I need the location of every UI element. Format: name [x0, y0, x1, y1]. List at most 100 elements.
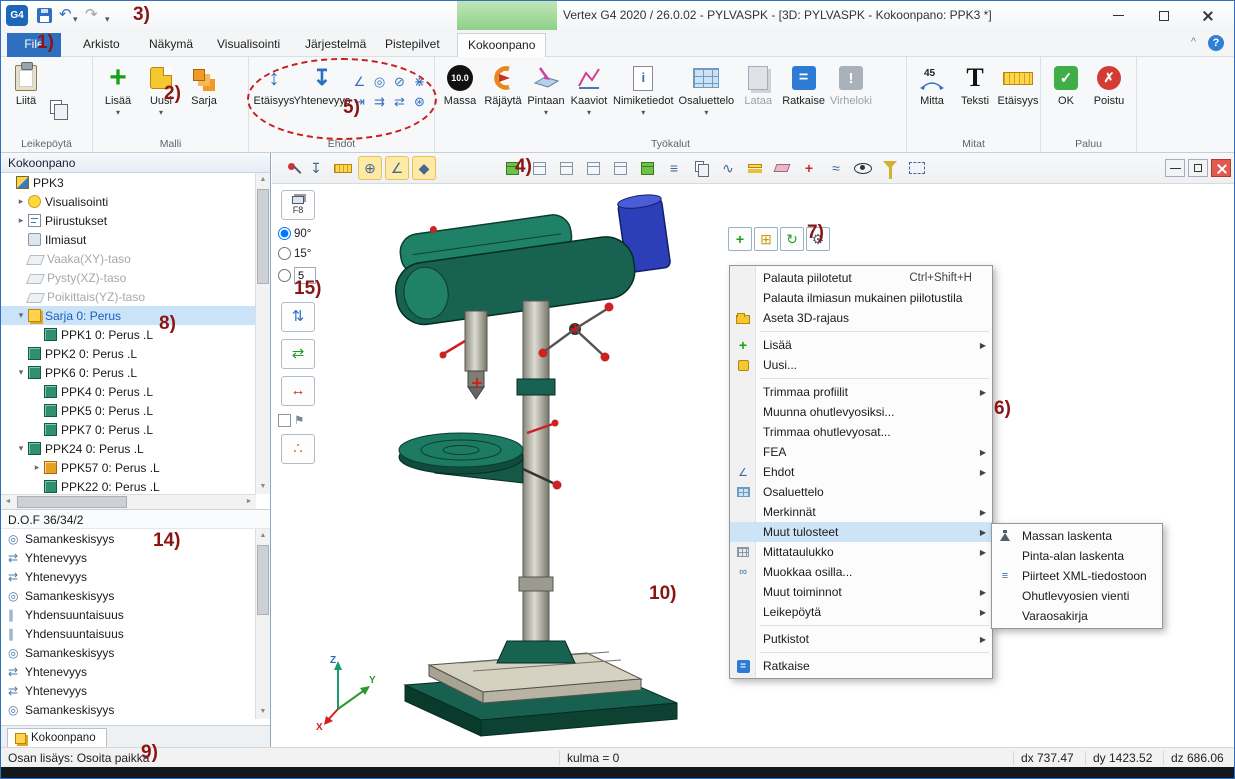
add-button[interactable]: [728, 227, 752, 251]
new-component-button[interactable]: [754, 227, 778, 251]
scroll-down-icon[interactable]: [256, 480, 270, 494]
pin-button[interactable]: [277, 156, 301, 180]
coincident-constraint-button[interactable]: Yhtenevyys: [298, 62, 346, 107]
maximize-button[interactable]: [1142, 1, 1186, 30]
insert-below-button[interactable]: [304, 156, 328, 180]
tree-item[interactable]: PPK57 0: Perus .L: [1, 458, 256, 477]
undo-caret-icon[interactable]: [73, 9, 78, 29]
view-iso-button[interactable]: [608, 156, 632, 180]
menu-item-muut-toiminnot[interactable]: Muut toiminnot: [730, 582, 992, 602]
refresh-button[interactable]: [780, 227, 804, 251]
app-logo-icon[interactable]: G4: [6, 5, 28, 26]
tree-item[interactable]: Poikittais(YZ)-taso: [1, 287, 256, 306]
expander-icon[interactable]: [15, 215, 27, 226]
tree-item[interactable]: PPK24 0: Perus .L: [1, 439, 256, 458]
lock-axis-x-button[interactable]: [281, 376, 315, 406]
expander-icon[interactable]: [15, 443, 27, 454]
tree-scrollbar[interactable]: [255, 173, 270, 494]
menu-item-muunna-ohutlevyosiksi[interactable]: Muunna ohutlevyosiksi...: [730, 402, 992, 422]
explode-button[interactable]: Räjäytä: [484, 62, 522, 107]
child-restore-button[interactable]: [1188, 159, 1208, 177]
angle-constraint-icon[interactable]: [351, 74, 368, 91]
exit-button[interactable]: Poistu: [1090, 62, 1128, 107]
tree-item-selected[interactable]: Sarja 0: Perus: [1, 306, 256, 325]
viewport-3d[interactable]: F8 90° 15°: [272, 153, 1235, 749]
constraint-item[interactable]: Yhdensuuntaisuus: [1, 624, 256, 643]
tree-horizontal-scrollbar[interactable]: [1, 494, 256, 509]
origin-button[interactable]: [797, 156, 821, 180]
scrollbar-thumb[interactable]: [257, 545, 269, 615]
expander-icon[interactable]: [31, 462, 43, 473]
tab-visualisointi[interactable]: Visualisointi: [207, 33, 290, 57]
menu-item-muut-tulosteet[interactable]: Muut tulosteet: [730, 522, 992, 542]
text-button[interactable]: Teksti: [956, 62, 994, 107]
submenu-item-ohutlevyosien-vienti[interactable]: Ohutlevyosien vienti: [992, 586, 1162, 606]
checkbox[interactable]: [278, 414, 291, 427]
expander-icon[interactable]: [15, 310, 27, 321]
view-top-button[interactable]: [581, 156, 605, 180]
scrollbar-thumb[interactable]: [17, 496, 127, 508]
close-button[interactable]: [1186, 1, 1230, 30]
measure-distance-button[interactable]: Etäisyys: [999, 62, 1037, 107]
erase-button[interactable]: [770, 156, 794, 180]
menu-item-uusi[interactable]: Uusi...: [730, 355, 992, 375]
constraint-scrollbar[interactable]: [255, 529, 270, 719]
angle-15-radio[interactable]: 15°: [278, 247, 318, 260]
tab-kokoonpano[interactable]: Kokoonpano: [457, 33, 546, 58]
placement-checkbox-row[interactable]: [278, 413, 318, 427]
menu-item-aseta-3d-rajaus[interactable]: Aseta 3D-rajaus: [730, 308, 992, 328]
menu-item-fea[interactable]: FEA: [730, 442, 992, 462]
constraint-item[interactable]: Yhdensuuntaisuus: [1, 605, 256, 624]
constraint-item[interactable]: Samankeskisyys: [1, 586, 256, 605]
mass-button[interactable]: 10.0 Massa: [441, 62, 479, 107]
menu-item-ratkaise[interactable]: Ratkaise: [730, 656, 992, 676]
parallel-constraint-icon[interactable]: [371, 94, 388, 111]
radio-15[interactable]: [278, 247, 291, 260]
dimension-button[interactable]: 45 Mitta: [913, 62, 951, 107]
view-side-button[interactable]: [554, 156, 578, 180]
menu-item-trimmaa-profiilit[interactable]: Trimmaa profiilit: [730, 382, 992, 402]
tree-item[interactable]: Piirustukset: [1, 211, 256, 230]
solve-button[interactable]: Ratkaise: [782, 62, 825, 107]
measure-button[interactable]: [331, 156, 355, 180]
attach-button[interactable]: [824, 156, 848, 180]
angle-90-radio[interactable]: 90°: [278, 227, 318, 240]
select-window-button[interactable]: [905, 156, 929, 180]
parts-list-button[interactable]: Osaluettelo: [679, 62, 735, 117]
tab-pistepilvet[interactable]: Pistepilvet: [375, 33, 450, 57]
lock-axis-z-button[interactable]: [281, 302, 315, 332]
tangent-constraint-icon[interactable]: [391, 74, 408, 91]
scroll-down-icon[interactable]: [256, 705, 270, 719]
tree-item[interactable]: Vaaka(XY)-taso: [1, 249, 256, 268]
scroll-up-icon[interactable]: [256, 529, 270, 543]
panel-tab-kokoonpano[interactable]: Kokoonpano: [7, 728, 107, 749]
tree-item[interactable]: PPK4 0: Perus .L: [1, 382, 256, 401]
radio-custom[interactable]: [278, 269, 291, 282]
snap-center-button[interactable]: [358, 156, 382, 180]
tab-nakyma[interactable]: Näkymä: [139, 33, 203, 57]
constraint-item[interactable]: Yhtenevyys: [1, 681, 256, 700]
scroll-right-icon[interactable]: [242, 495, 256, 509]
feature-list-button[interactable]: [662, 156, 686, 180]
tree-item[interactable]: PPK7 0: Perus .L: [1, 420, 256, 439]
scrollbar-thumb[interactable]: [257, 189, 269, 284]
concentric-constraint-icon[interactable]: [371, 74, 388, 91]
radio-90[interactable]: [278, 227, 291, 240]
menu-item-putkistot[interactable]: Putkistot: [730, 629, 992, 649]
tree-item[interactable]: PPK2 0: Perus .L: [1, 344, 256, 363]
constraint-item[interactable]: Samankeskisyys: [1, 529, 256, 548]
quick-access-caret-icon[interactable]: [105, 9, 110, 29]
menu-item-leikepoyta[interactable]: Leikepöytä: [730, 602, 992, 622]
pattern-constraint-icon[interactable]: [411, 94, 428, 111]
expander-icon[interactable]: [15, 196, 27, 207]
ribbon-collapse-icon[interactable]: [1191, 36, 1196, 48]
surface-button[interactable]: [716, 156, 740, 180]
filter-button[interactable]: [878, 156, 902, 180]
expander-icon[interactable]: [15, 367, 27, 378]
menu-item-merkinnat[interactable]: Merkinnät: [730, 502, 992, 522]
submenu-item-varaosakirja[interactable]: Varaosakirja: [992, 606, 1162, 626]
child-minimize-button[interactable]: [1165, 159, 1185, 177]
tree-item[interactable]: PPK3: [1, 173, 256, 192]
copy-button[interactable]: [50, 100, 62, 114]
menu-item-palauta-ilmiasun[interactable]: Palauta ilmiasun mukainen piilotustila: [730, 288, 992, 308]
